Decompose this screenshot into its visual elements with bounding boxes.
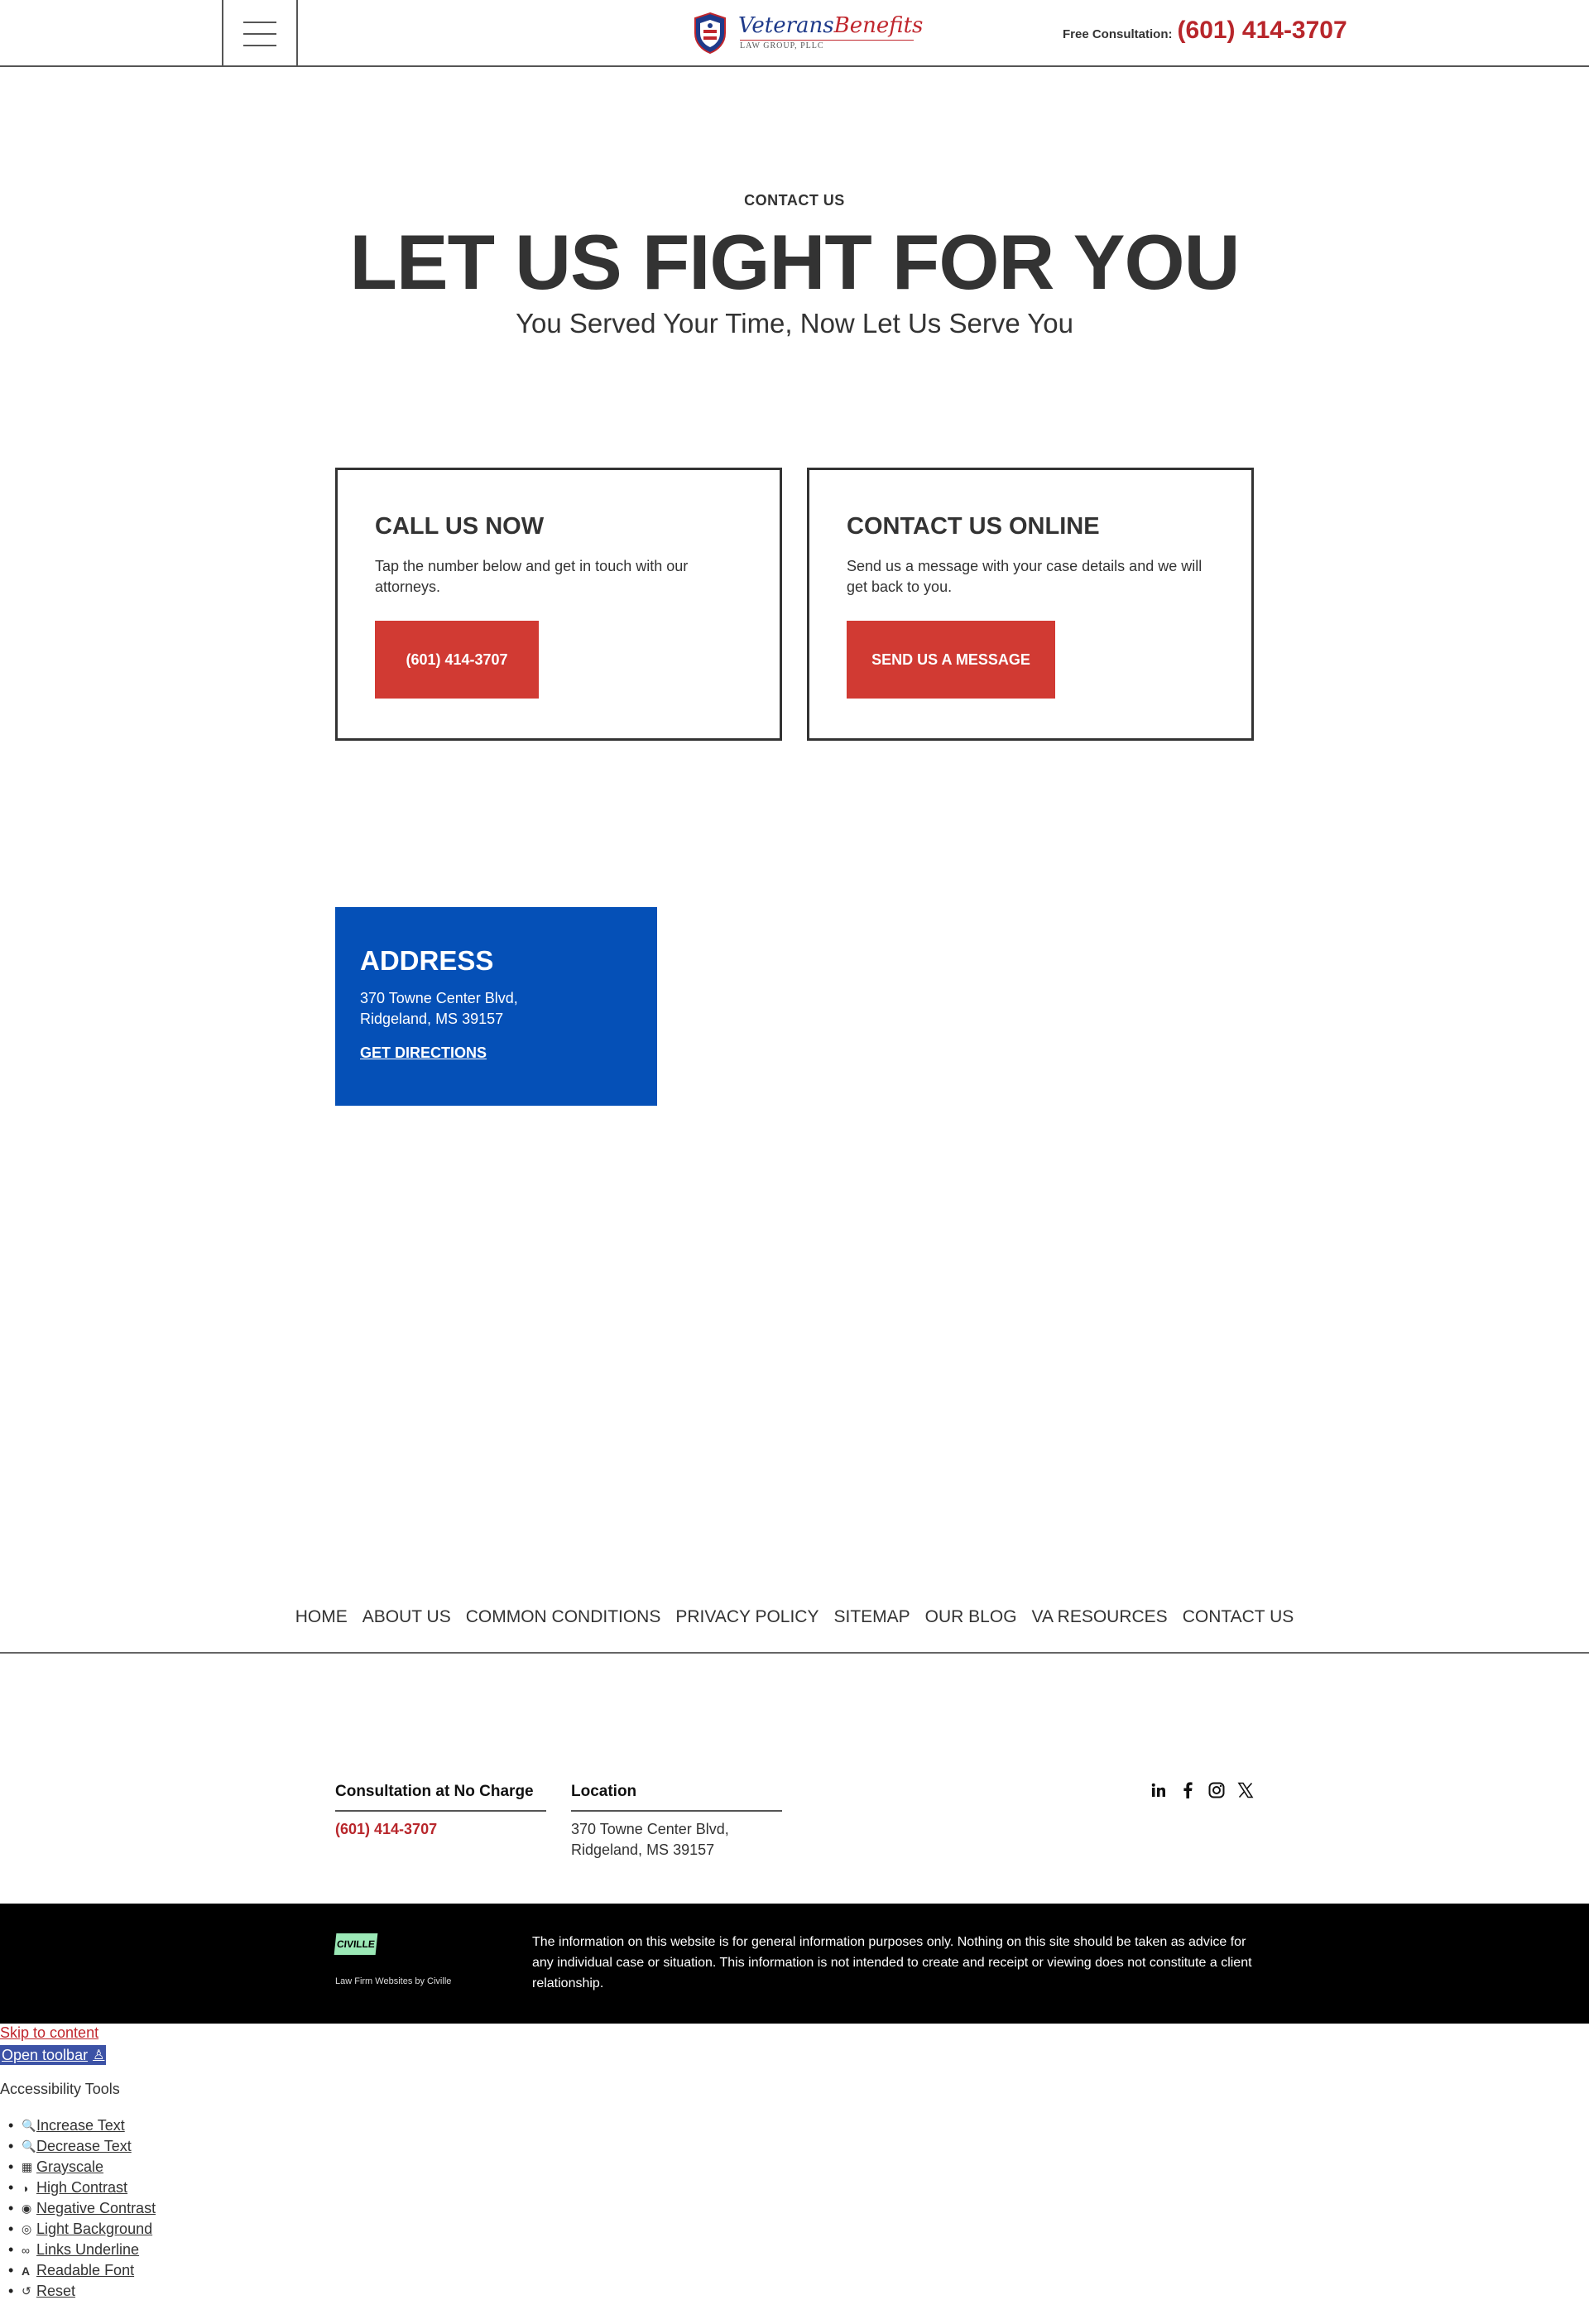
logo-underline (740, 40, 914, 41)
footer-column-rule (571, 1810, 782, 1812)
send-message-button[interactable]: SEND US A MESSAGE (847, 621, 1055, 699)
bottom-bar: CIVILLE Law Firm Websites by Civille The… (0, 1904, 1589, 2024)
readable-font-link[interactable]: Readable Font (36, 2262, 134, 2279)
address-line-2: Ridgeland, MS 39157 (360, 1011, 504, 1027)
civille-caption: Law Firm Websites by Civille (335, 1976, 452, 1986)
list-item: 🔍Increase Text (8, 2115, 156, 2136)
footer-nav-contact-us[interactable]: CONTACT US (1183, 1607, 1294, 1627)
skip-to-content-link[interactable]: Skip to content (0, 2024, 98, 2042)
contact-online-card: CONTACT US ONLINE Send us a message with… (807, 468, 1254, 741)
call-phone-button[interactable]: (601) 414-3707 (375, 621, 539, 699)
list-item: ◉ Negative Contrast (8, 2198, 156, 2219)
card-title: CONTACT US ONLINE (847, 513, 1100, 540)
reset-link[interactable]: Reset (36, 2283, 75, 2300)
accessibility-tools-list: 🔍Increase Text 🔍Decrease Text ▦Grayscale… (8, 2115, 156, 2302)
list-item: ◎ Light Background (8, 2219, 156, 2240)
footer-column-rule (335, 1810, 546, 1812)
footer-nav-about-us[interactable]: ABOUT US (362, 1607, 451, 1627)
menu-line (243, 33, 276, 35)
get-directions-link[interactable]: GET DIRECTIONS (360, 1044, 487, 1062)
list-item: ▦Grayscale (8, 2157, 156, 2178)
address-title: ADDRESS (360, 945, 494, 976)
facebook-icon[interactable] (1177, 1779, 1198, 1801)
site-header: VeteransBenefits LAW GROUP, PLLC Free Co… (0, 0, 1589, 67)
list-item: 🔍Decrease Text (8, 2136, 156, 2157)
zoom-out-icon: 🔍 (22, 2139, 36, 2153)
font-icon: A (22, 2264, 31, 2278)
civille-logo[interactable]: CIVILLE (334, 1933, 378, 1955)
legal-disclaimer: The information on this website is for g… (532, 1935, 1252, 1990)
footer-nav-common-conditions[interactable]: COMMON CONDITIONS (466, 1607, 661, 1627)
list-item: A Readable Font (8, 2260, 156, 2281)
menu-line (243, 45, 276, 46)
footer-nav-sitemap[interactable]: SITEMAP (833, 1607, 910, 1627)
card-description: Tap the number below and get in touch wi… (375, 558, 689, 595)
header-consultation: Free Consultation: (601) 414-3707 (1063, 17, 1347, 45)
hamburger-menu-button[interactable] (222, 0, 298, 67)
accessibility-person-icon: ♙ (93, 2048, 105, 2062)
page-eyebrow: CONTACT US (744, 192, 845, 209)
eye-icon: ◉ (22, 2202, 32, 2215)
site-logo[interactable]: VeteransBenefits LAW GROUP, PLLC (692, 10, 923, 56)
lightbulb-icon: ◎ (22, 2222, 32, 2235)
footer-nav: HOME ABOUT US COMMON CONDITIONS PRIVACY … (0, 1607, 1589, 1627)
consultation-label: Free Consultation: (1063, 27, 1173, 41)
logo-word-benefits: Benefits (833, 13, 924, 38)
address-box: ADDRESS 370 Towne Center Blvd, Ridgeland… (335, 907, 657, 1106)
logo-wordmark: VeteransBenefits (738, 13, 923, 38)
card-title: CALL US NOW (375, 513, 545, 540)
accessibility-tools-title: Accessibility Tools (0, 2081, 120, 2097)
zoom-in-icon: 🔍 (22, 2119, 36, 2132)
link-icon: ∞ (22, 2243, 30, 2257)
light-background-link[interactable]: Light Background (36, 2221, 152, 2238)
grayscale-link[interactable]: Grayscale (36, 2158, 103, 2176)
contrast-icon: ◑ (22, 2181, 29, 2195)
card-description: Send us a message with your case details… (847, 558, 1203, 595)
call-us-card: CALL US NOW Tap the number below and get… (335, 468, 782, 741)
open-toolbar-label: Open toolbar (2, 2046, 89, 2063)
x-icon[interactable] (1235, 1779, 1256, 1801)
footer-nav-home[interactable]: HOME (295, 1607, 348, 1627)
logo-subtitle: LAW GROUP, PLLC (740, 41, 824, 50)
shield-logo-icon (694, 12, 726, 55)
grayscale-icon: ▦ (22, 2160, 33, 2173)
page-title: LET US FIGHT FOR YOU (349, 218, 1241, 305)
footer-location-line-2: Ridgeland, MS 39157 (571, 1841, 715, 1858)
footer-nav-our-blog[interactable]: OUR BLOG (925, 1607, 1017, 1627)
footer-phone-link[interactable]: (601) 414-3707 (335, 1821, 437, 1838)
header-phone-link[interactable]: (601) 414-3707 (1178, 17, 1347, 45)
footer-nav-privacy-policy[interactable]: PRIVACY POLICY (675, 1607, 819, 1627)
list-item: ∞ Links Underline (8, 2240, 156, 2260)
address-line-1: 370 Towne Center Blvd, (360, 990, 518, 1006)
increase-text-link[interactable]: Increase Text (36, 2117, 125, 2134)
footer-nav-va-resources[interactable]: VA RESOURCES (1032, 1607, 1168, 1627)
reset-icon: ↺ (22, 2284, 31, 2298)
high-contrast-link[interactable]: High Contrast (36, 2179, 127, 2197)
footer-location-title: Location (571, 1783, 637, 1800)
list-item: ◑ High Contrast (8, 2178, 156, 2198)
footer-divider (0, 1652, 1589, 1654)
negative-contrast-link[interactable]: Negative Contrast (36, 2200, 156, 2217)
decrease-text-link[interactable]: Decrease Text (36, 2138, 132, 2155)
list-item: ↺ Reset (8, 2281, 156, 2302)
links-underline-link[interactable]: Links Underline (36, 2241, 139, 2259)
footer-location-line-1: 370 Towne Center Blvd, (571, 1821, 729, 1837)
page-subtitle: You Served Your Time, Now Let Us Serve Y… (516, 308, 1073, 339)
linkedin-icon[interactable] (1148, 1779, 1169, 1801)
instagram-icon[interactable] (1206, 1779, 1227, 1801)
footer-consultation-title: Consultation at No Charge (335, 1783, 534, 1800)
menu-line (243, 22, 276, 23)
open-toolbar-button[interactable]: Open toolbar ♙ (0, 2045, 107, 2065)
logo-word-veterans: Veterans (738, 13, 834, 38)
